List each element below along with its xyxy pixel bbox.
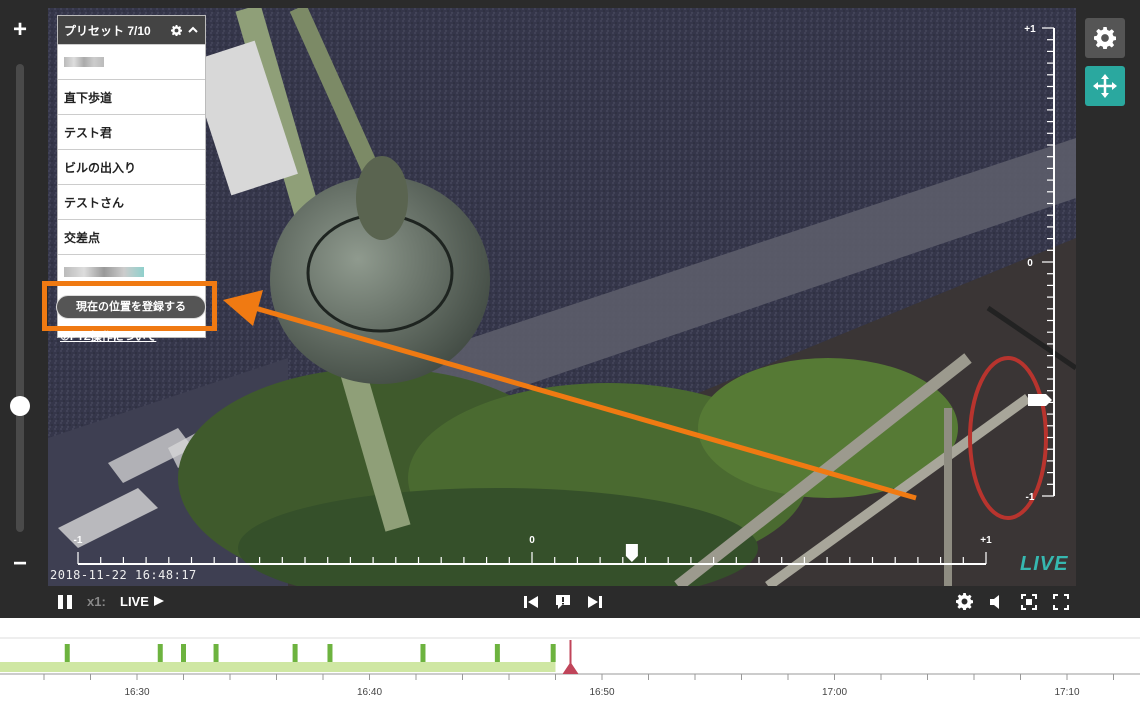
preset-panel-header[interactable]: プリセット 7/10	[58, 16, 205, 44]
event-marker[interactable]	[420, 644, 426, 662]
fit-screen-button[interactable]	[1020, 593, 1038, 611]
preset-item-6[interactable]: 交差点	[58, 219, 205, 254]
ptz-move-button[interactable]	[1085, 66, 1125, 106]
tilt-tick-label: 0	[1027, 258, 1033, 269]
timeline-tick-label: 16:40	[356, 687, 383, 698]
gear-icon[interactable]	[171, 24, 182, 36]
play-icon	[153, 596, 164, 606]
event-marker[interactable]	[181, 644, 186, 662]
skip-back-button[interactable]	[522, 593, 540, 611]
pan-tick-label: -1	[74, 535, 83, 546]
gear-icon	[956, 593, 973, 610]
event-marker[interactable]	[550, 644, 556, 662]
event-marker-button[interactable]	[554, 593, 572, 611]
pan-scale[interactable]: -1 0 +1	[48, 534, 1076, 584]
preset-item-3[interactable]: テスト君	[58, 114, 205, 149]
settings-button[interactable]	[1085, 18, 1125, 58]
ptz-help-link[interactable]: ⑦PTZ操作について	[60, 328, 156, 344]
timeline-tick-label: 17:10	[1054, 687, 1080, 698]
move-arrows-icon	[1093, 74, 1117, 98]
timeline-tick-label: 16:30	[124, 687, 150, 698]
timeline-track[interactable]	[0, 618, 1140, 716]
live-button-label: LIVE	[120, 594, 149, 609]
preset-item-2[interactable]: 直下歩道	[58, 79, 205, 114]
tilt-tick-label: -1	[1026, 492, 1035, 503]
skip-forward-icon	[588, 596, 602, 608]
fit-screen-icon	[1021, 594, 1037, 610]
timeline-tick-label: 17:00	[821, 687, 848, 698]
blurred-label	[64, 57, 104, 67]
live-button[interactable]: LIVE	[120, 594, 165, 609]
volume-button[interactable]	[988, 593, 1006, 611]
zoom-slider-track[interactable]	[16, 64, 24, 532]
zoom-column: + −	[0, 0, 48, 588]
recorded-range[interactable]	[0, 662, 556, 672]
timeline-tick-label: 16:50	[589, 687, 615, 698]
chevron-up-icon[interactable]	[187, 24, 199, 36]
pan-position-marker[interactable]	[625, 544, 638, 562]
tilt-position-marker[interactable]	[1028, 394, 1052, 407]
tilt-scale[interactable]: +1 0 -1	[1016, 16, 1076, 516]
event-marker[interactable]	[157, 644, 163, 662]
playback-speed: x1:	[87, 594, 106, 609]
zoom-slider-handle[interactable]	[10, 395, 30, 416]
register-current-position-button[interactable]: 現在の位置を登録する	[56, 295, 206, 319]
pause-icon	[58, 595, 72, 609]
tilt-tick-label: +1	[1024, 24, 1036, 35]
settings-small-button[interactable]	[956, 593, 973, 610]
preset-item-1[interactable]	[58, 44, 205, 79]
event-marker[interactable]	[64, 644, 70, 662]
event-marker[interactable]	[292, 644, 298, 662]
skip-back-icon	[524, 596, 538, 608]
event-marker[interactable]	[327, 644, 333, 662]
fullscreen-button[interactable]	[1052, 593, 1070, 611]
pan-tick-label: 0	[529, 535, 535, 546]
playhead-handle[interactable]	[562, 662, 579, 674]
event-marker[interactable]	[213, 644, 219, 662]
event-marker[interactable]	[494, 644, 500, 662]
gear-icon	[1094, 27, 1116, 49]
event-flag-icon	[556, 595, 570, 609]
skip-forward-button[interactable]	[586, 593, 604, 611]
playback-control-bar	[0, 588, 1140, 618]
pause-button[interactable]	[56, 593, 74, 611]
preset-item-5[interactable]: テストさん	[58, 184, 205, 219]
zoom-out-button[interactable]: −	[10, 552, 30, 576]
video-timestamp: 2018-11-22 16:48:17	[50, 568, 197, 582]
speaker-icon	[990, 595, 999, 609]
blurred-label	[64, 267, 144, 277]
recording-timeline[interactable]	[0, 618, 1140, 716]
preset-item-4[interactable]: ビルの出入り	[58, 149, 205, 184]
fullscreen-icon	[1053, 594, 1069, 610]
live-badge: LIVE	[1020, 553, 1069, 575]
zoom-in-button[interactable]: +	[10, 18, 30, 42]
preset-panel-title: プリセット 7/10	[64, 23, 151, 38]
pan-tick-label: +1	[980, 535, 992, 546]
